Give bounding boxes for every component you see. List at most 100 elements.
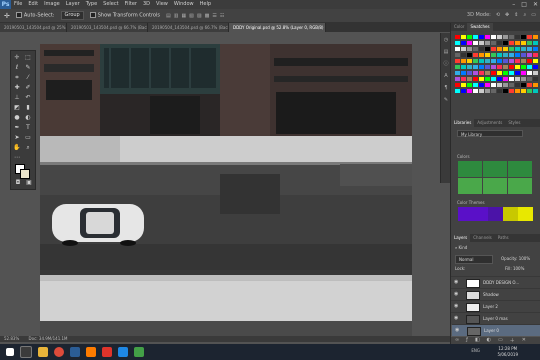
language-indicator[interactable]: ENG — [471, 348, 480, 353]
illustrator-icon[interactable] — [86, 347, 96, 357]
swatch-cell[interactable] — [479, 47, 484, 51]
swatch-cell[interactable] — [461, 77, 466, 81]
swatch-cell[interactable] — [467, 65, 472, 69]
menu-window[interactable]: Window — [171, 0, 197, 9]
layer-row-5-selected[interactable]: ◉ Layer 0 — [451, 324, 540, 337]
menu-help[interactable]: Help — [197, 0, 214, 9]
swatch-cell[interactable] — [533, 41, 538, 45]
swatch-cell[interactable] — [473, 83, 478, 87]
swatch-cell[interactable] — [515, 65, 520, 69]
info-icon[interactable]: ⓘ — [443, 61, 449, 67]
swatch-cell[interactable] — [491, 89, 496, 93]
swatch-cell[interactable] — [461, 53, 466, 57]
menu-edit[interactable]: Edit — [25, 0, 41, 9]
swatch-cell[interactable] — [491, 53, 496, 57]
library-color-3[interactable] — [508, 161, 532, 177]
trash-icon[interactable]: ✕ — [522, 337, 526, 344]
swatch-cell[interactable] — [485, 59, 490, 63]
swatch-cell[interactable] — [533, 53, 538, 57]
3d-pan-icon[interactable]: ✥ — [505, 12, 509, 18]
swatch-cell[interactable] — [527, 59, 532, 63]
stamp-icon[interactable]: ⊥ — [12, 94, 22, 102]
swatch-cell[interactable] — [509, 65, 514, 69]
swatch-cell[interactable] — [485, 89, 490, 93]
healing-icon[interactable]: ✚ — [12, 84, 22, 92]
tab-libraries[interactable]: Libraries — [451, 119, 475, 127]
screen-mode-icon[interactable]: ▣ — [24, 179, 34, 187]
3d-rotate-icon[interactable]: ⟲ — [496, 12, 500, 18]
visibility-eye-icon[interactable]: ◉ — [455, 325, 459, 336]
swatch-cell[interactable] — [461, 59, 466, 63]
swatch-cell[interactable] — [509, 35, 514, 39]
visibility-eye-icon[interactable]: ◉ — [454, 301, 458, 312]
swatch-cell[interactable] — [455, 89, 460, 93]
mask-icon[interactable]: ◧ — [475, 337, 480, 344]
tab-paths[interactable]: Paths — [495, 234, 512, 242]
swatch-cell[interactable] — [479, 71, 484, 75]
workspace-icon[interactable]: ▭ — [531, 12, 536, 18]
swatch-cell[interactable] — [455, 41, 460, 45]
visibility-eye-icon[interactable]: ◉ — [454, 289, 458, 300]
swatch-cell[interactable] — [509, 47, 514, 51]
layer-row-3[interactable]: ◉ Layer 2 — [451, 300, 540, 312]
swatch-cell[interactable] — [527, 65, 532, 69]
swatch-cell[interactable] — [485, 65, 490, 69]
shape-icon[interactable]: ▭ — [23, 134, 33, 142]
chrome-icon[interactable] — [54, 347, 64, 357]
swatch-cell[interactable] — [497, 65, 502, 69]
swatch-cell[interactable] — [497, 35, 502, 39]
swatch-cell[interactable] — [497, 89, 502, 93]
swatch-cell[interactable] — [479, 77, 484, 81]
swatch-cell[interactable] — [503, 47, 508, 51]
swatch-cell[interactable] — [467, 59, 472, 63]
hand-icon[interactable]: ✋ — [12, 144, 22, 152]
swatch-cell[interactable] — [467, 53, 472, 57]
history-brush-icon[interactable]: ↶ — [23, 94, 33, 102]
swatch-cell[interactable] — [485, 77, 490, 81]
swatch-cell[interactable] — [485, 83, 490, 87]
auto-select-dropdown[interactable]: Group — [60, 11, 84, 20]
quick-select-icon[interactable]: ✎ — [23, 64, 33, 72]
swatch-cell[interactable] — [509, 83, 514, 87]
dodge-icon[interactable]: ◐ — [23, 114, 33, 122]
swatch-cell[interactable] — [497, 83, 502, 87]
swatch-cell[interactable] — [527, 71, 532, 75]
file-explorer-icon[interactable] — [38, 347, 48, 357]
swatch-cell[interactable] — [533, 89, 538, 93]
library-color-5[interactable] — [483, 178, 507, 194]
layer-row-2[interactable]: ◉ Shadow — [451, 288, 540, 300]
swatch-cell[interactable] — [473, 89, 478, 93]
theme-swatch-4[interactable] — [503, 207, 518, 221]
swatch-cell[interactable] — [479, 89, 484, 93]
tab-styles[interactable]: Styles — [505, 119, 523, 127]
swatch-cell[interactable] — [491, 41, 496, 45]
swatch-cell[interactable] — [467, 89, 472, 93]
swatch-cell[interactable] — [503, 53, 508, 57]
align-right-icon[interactable]: ▩ — [205, 13, 210, 19]
swatch-cell[interactable] — [533, 71, 538, 75]
library-color-6[interactable] — [508, 178, 532, 194]
menu-select[interactable]: Select — [100, 0, 121, 9]
align-left-icon[interactable]: ▧ — [189, 13, 194, 19]
paragraph-icon[interactable]: ¶ — [443, 85, 449, 91]
swatch-grid[interactable] — [455, 35, 538, 97]
swatch-cell[interactable] — [461, 71, 466, 75]
library-color-2[interactable] — [483, 161, 507, 177]
swatch-cell[interactable] — [497, 71, 502, 75]
swatch-cell[interactable] — [497, 41, 502, 45]
swatch-cell[interactable] — [509, 59, 514, 63]
acrobat-icon[interactable] — [102, 347, 112, 357]
swatch-cell[interactable] — [515, 53, 520, 57]
swatch-cell[interactable] — [527, 35, 532, 39]
blur-icon[interactable]: ● — [12, 114, 22, 122]
3d-slide-icon[interactable]: ⇕ — [514, 12, 518, 18]
type-icon[interactable]: T — [23, 124, 33, 132]
swatch-cell[interactable] — [479, 65, 484, 69]
swatch-cell[interactable] — [479, 83, 484, 87]
swatch-cell[interactable] — [533, 35, 538, 39]
swatch-cell[interactable] — [521, 59, 526, 63]
eyedropper-icon[interactable]: ⁄ — [23, 74, 33, 82]
swatch-cell[interactable] — [461, 89, 466, 93]
brushes-icon[interactable]: ✎ — [443, 97, 449, 103]
theme-swatch-2[interactable] — [473, 207, 488, 221]
